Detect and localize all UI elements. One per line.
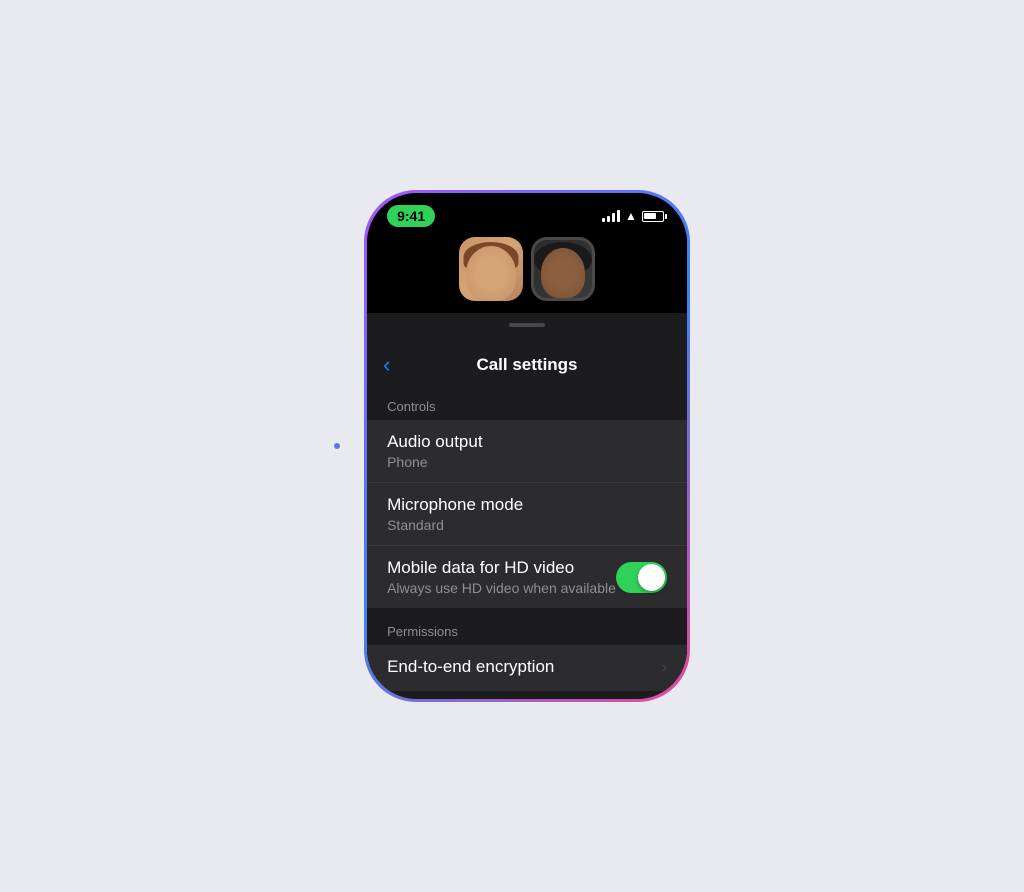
status-icons-right: ▲ — [602, 209, 667, 223]
right-phone: 9:41 ▲ — [364, 190, 690, 702]
hd-video-content: Mobile data for HD video Always use HD v… — [387, 558, 616, 596]
chevron-right-icon: › — [662, 659, 667, 677]
drag-handle — [509, 323, 545, 327]
controls-section-label: Controls — [367, 391, 687, 420]
audio-output-title: Audio output — [387, 432, 667, 452]
signal-icon-right — [602, 210, 620, 222]
back-button[interactable]: ‹ — [383, 352, 390, 378]
wifi-icon-right: ▲ — [625, 209, 637, 223]
drag-handle-area — [367, 313, 687, 347]
preview-bar: 9:41 ▲ — [367, 193, 687, 313]
battery-icon-right — [642, 211, 667, 222]
controls-group: Audio output Phone Microphone mode Stand… — [367, 420, 687, 608]
hd-video-row[interactable]: Mobile data for HD video Always use HD v… — [367, 546, 687, 608]
avatar-1 — [459, 237, 523, 301]
audio-output-row[interactable]: Audio output Phone — [367, 420, 687, 483]
encryption-row[interactable]: End-to-end encryption › — [367, 645, 687, 691]
microphone-mode-subtitle: Standard — [387, 517, 667, 533]
hd-video-title: Mobile data for HD video — [387, 558, 616, 578]
microphone-mode-title: Microphone mode — [387, 495, 667, 515]
preview-avatars — [459, 237, 595, 313]
settings-panel: ‹ Call settings Controls Audio output Ph… — [367, 313, 687, 699]
settings-header: ‹ Call settings — [367, 347, 687, 391]
status-bar-right: 9:41 ▲ — [367, 205, 687, 227]
encryption-content: End-to-end encryption — [387, 657, 661, 679]
avatar-2 — [531, 237, 595, 301]
permissions-group: End-to-end encryption › — [367, 645, 687, 691]
encryption-chevron-area: › — [662, 659, 667, 677]
toggle-knob — [638, 564, 665, 591]
permissions-section-label: Permissions — [367, 616, 687, 645]
encryption-title: End-to-end encryption — [387, 657, 661, 677]
hd-video-subtitle: Always use HD video when available — [387, 580, 616, 596]
microphone-mode-content: Microphone mode Standard — [387, 495, 667, 533]
audio-output-subtitle: Phone — [387, 454, 667, 470]
hd-video-toggle[interactable] — [616, 562, 667, 593]
status-time-right: 9:41 — [387, 205, 435, 227]
audio-output-content: Audio output Phone — [387, 432, 667, 470]
hd-video-toggle-area — [616, 562, 667, 593]
settings-title: Call settings — [387, 355, 667, 375]
microphone-mode-row[interactable]: Microphone mode Standard — [367, 483, 687, 546]
left-phone: 9:41 ▲ ⌄ Cass — [334, 443, 340, 449]
